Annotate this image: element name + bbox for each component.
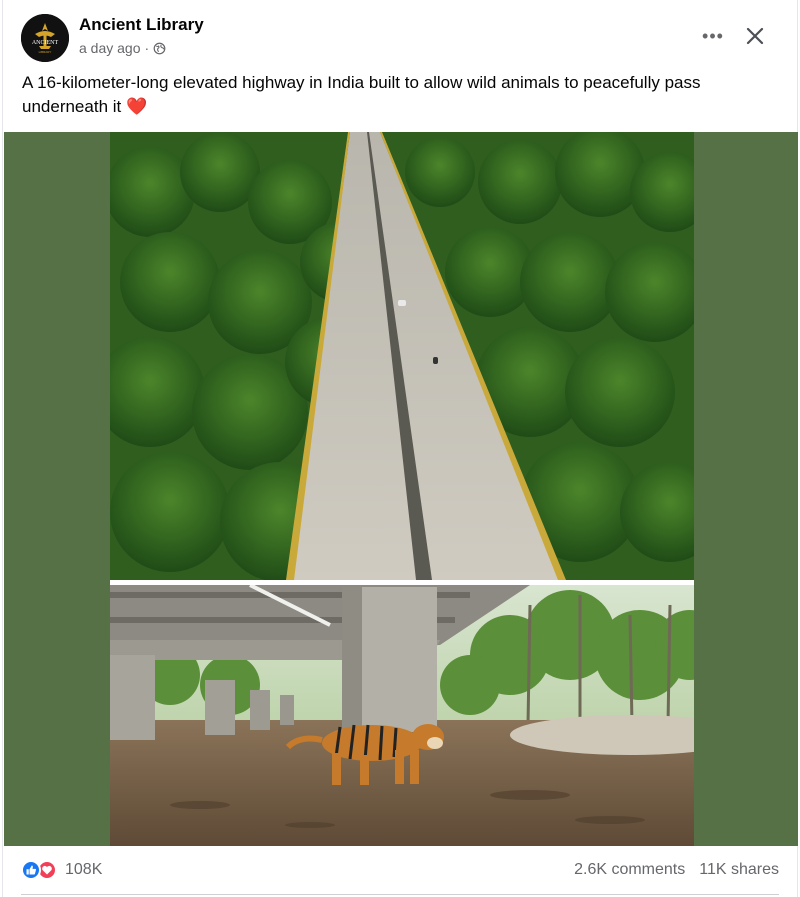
engagement-stats: 2.6K comments 11K shares [574, 861, 779, 879]
elevated-highway-photo [110, 132, 694, 580]
like-icon [21, 860, 41, 880]
heart-emoji: ❤️ [125, 97, 148, 116]
close-button[interactable] [737, 18, 773, 54]
reaction-summary[interactable]: 108K [21, 860, 102, 880]
shares-count-link[interactable]: 11K shares [699, 861, 779, 879]
post-card: ANCIENT LIBRARY Ancient Library a day ag… [2, 0, 798, 897]
engagement-bar: 108K 2.6K comments 11K shares [21, 852, 779, 892]
tiger-under-bridge-photo [110, 585, 694, 846]
post-header: ANCIENT LIBRARY Ancient Library a day ag… [21, 12, 779, 64]
ancient-library-logo: ANCIENT LIBRARY [21, 14, 69, 62]
footer-divider [21, 894, 779, 895]
avatar[interactable]: ANCIENT LIBRARY [21, 14, 69, 62]
globe-icon [153, 42, 166, 54]
reaction-count: 108K [65, 861, 103, 878]
logo-text-bottom: LIBRARY [39, 50, 52, 54]
page-name-link[interactable]: Ancient Library [79, 15, 204, 35]
post-meta: a day ago · [79, 40, 166, 56]
close-icon [746, 27, 764, 45]
logo-text-top: ANCIENT [32, 40, 59, 46]
post-body: A 16-kilometer-long elevated highway in … [22, 73, 701, 116]
more-options-button[interactable]: ••• [699, 22, 727, 50]
meta-separator: · [144, 40, 150, 56]
post-timestamp[interactable]: a day ago [79, 40, 141, 56]
post-media[interactable] [4, 132, 798, 846]
comments-count-link[interactable]: 2.6K comments [574, 861, 685, 879]
post-text: A 16-kilometer-long elevated highway in … [22, 71, 782, 119]
